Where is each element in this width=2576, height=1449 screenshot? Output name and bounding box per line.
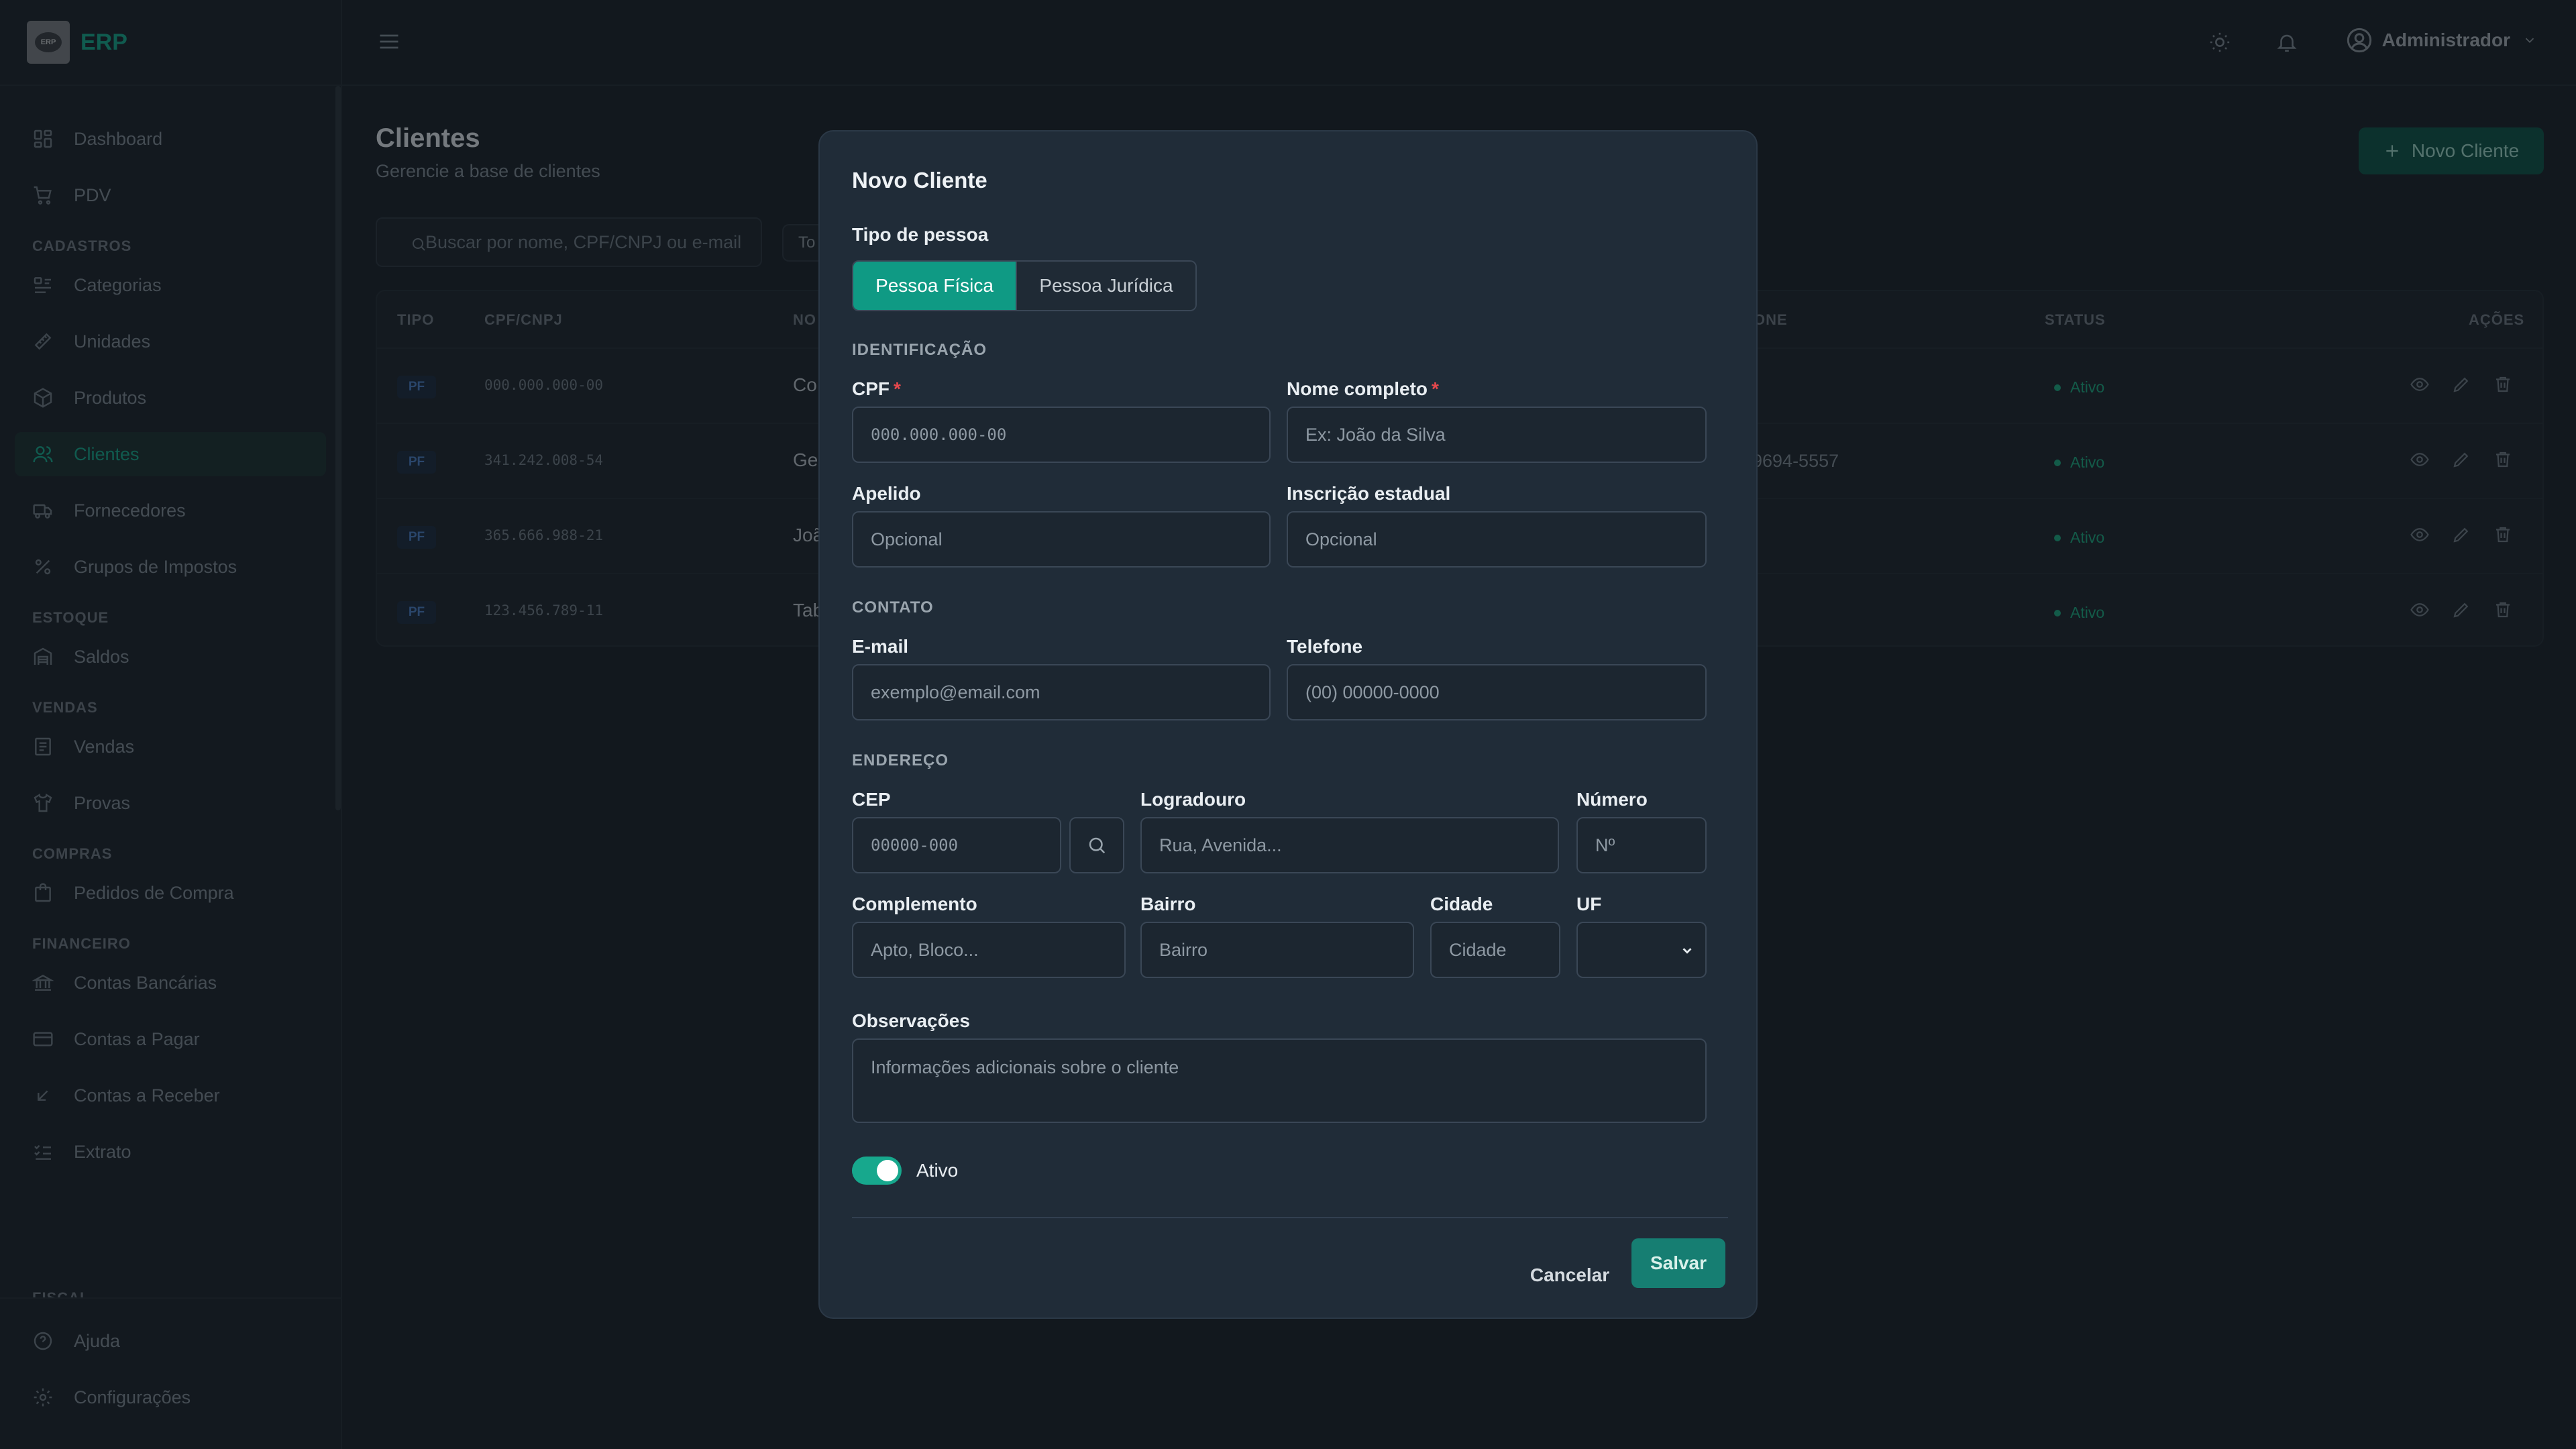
- ie-label: Inscrição estadual: [1287, 483, 1451, 504]
- cpf-label-text: CPF: [852, 378, 890, 399]
- cpf-input[interactable]: 000.000.000-00: [852, 407, 1271, 463]
- telefone-input[interactable]: (00) 00000-0000: [1287, 664, 1707, 720]
- numero-placeholder: Nº: [1595, 835, 1615, 855]
- pessoa-juridica-option[interactable]: Pessoa Jurídica: [1016, 262, 1195, 310]
- pessoa-fisica-option[interactable]: Pessoa Física: [853, 262, 1016, 310]
- cidade-placeholder: Cidade: [1449, 939, 1507, 960]
- search-icon: [1087, 835, 1107, 855]
- uf-label: UF: [1576, 894, 1602, 914]
- tipo-pessoa-toggle: Pessoa Física Pessoa Jurídica: [852, 260, 1197, 311]
- active-toggle[interactable]: [852, 1157, 902, 1185]
- ie-input[interactable]: Opcional: [1287, 511, 1707, 568]
- tipo-pessoa-label: Tipo de pessoa: [852, 224, 989, 245]
- bairro-placeholder: Bairro: [1159, 939, 1208, 960]
- email-placeholder: exemplo@email.com: [871, 682, 1040, 702]
- observacoes-label: Observações: [852, 1010, 970, 1031]
- nome-placeholder: Ex: João da Silva: [1305, 424, 1446, 445]
- modal-title: Novo Cliente: [852, 168, 987, 193]
- logradouro-input[interactable]: Rua, Avenida...: [1140, 817, 1559, 873]
- telefone-placeholder: (00) 00000-0000: [1305, 682, 1440, 702]
- apelido-placeholder: Opcional: [871, 529, 943, 549]
- telefone-label: Telefone: [1287, 636, 1363, 657]
- nome-input[interactable]: Ex: João da Silva: [1287, 407, 1707, 463]
- ie-placeholder: Opcional: [1305, 529, 1377, 549]
- chevron-down-icon: [1680, 943, 1695, 958]
- cidade-input[interactable]: Cidade: [1430, 922, 1560, 978]
- observacoes-textarea[interactable]: Informações adicionais sobre o cliente: [852, 1038, 1707, 1123]
- complemento-placeholder: Apto, Bloco...: [871, 939, 979, 960]
- email-label: E-mail: [852, 636, 909, 657]
- cancel-button[interactable]: Cancelar: [1525, 1250, 1614, 1300]
- cpf-placeholder: 000.000.000-00: [871, 425, 1007, 444]
- cpf-label: CPF *: [852, 378, 901, 400]
- cep-search-button[interactable]: [1069, 817, 1124, 873]
- cep-placeholder: 00000-000: [871, 836, 959, 855]
- new-client-modal: Novo Cliente Tipo de pessoa Pessoa Físic…: [818, 130, 1758, 1319]
- complemento-label: Complemento: [852, 894, 977, 914]
- logradouro-label: Logradouro: [1140, 789, 1246, 810]
- section-contato: CONTATO: [852, 598, 934, 616]
- uf-select[interactable]: [1576, 922, 1707, 978]
- cep-label: CEP: [852, 789, 891, 810]
- save-button[interactable]: Salvar: [1631, 1238, 1725, 1288]
- email-field[interactable]: exemplo@email.com: [852, 664, 1271, 720]
- bairro-input[interactable]: Bairro: [1140, 922, 1414, 978]
- toggle-knob: [877, 1160, 898, 1181]
- cep-input[interactable]: 00000-000: [852, 817, 1061, 873]
- section-endereco: ENDEREÇO: [852, 751, 949, 769]
- active-label: Ativo: [916, 1160, 959, 1181]
- section-identificacao: IDENTIFICAÇÃO: [852, 341, 987, 359]
- logradouro-placeholder: Rua, Avenida...: [1159, 835, 1282, 855]
- required-marker: *: [894, 378, 901, 399]
- complemento-input[interactable]: Apto, Bloco...: [852, 922, 1126, 978]
- apelido-input[interactable]: Opcional: [852, 511, 1271, 568]
- modal-divider: [852, 1217, 1728, 1218]
- apelido-label: Apelido: [852, 483, 921, 504]
- cidade-label: Cidade: [1430, 894, 1493, 914]
- nome-label: Nome completo *: [1287, 378, 1439, 400]
- required-marker: *: [1432, 378, 1439, 399]
- numero-label: Número: [1576, 789, 1648, 810]
- observacoes-placeholder: Informações adicionais sobre o cliente: [871, 1057, 1179, 1077]
- bairro-label: Bairro: [1140, 894, 1196, 914]
- nome-label-text: Nome completo: [1287, 378, 1428, 399]
- numero-input[interactable]: Nº: [1576, 817, 1707, 873]
